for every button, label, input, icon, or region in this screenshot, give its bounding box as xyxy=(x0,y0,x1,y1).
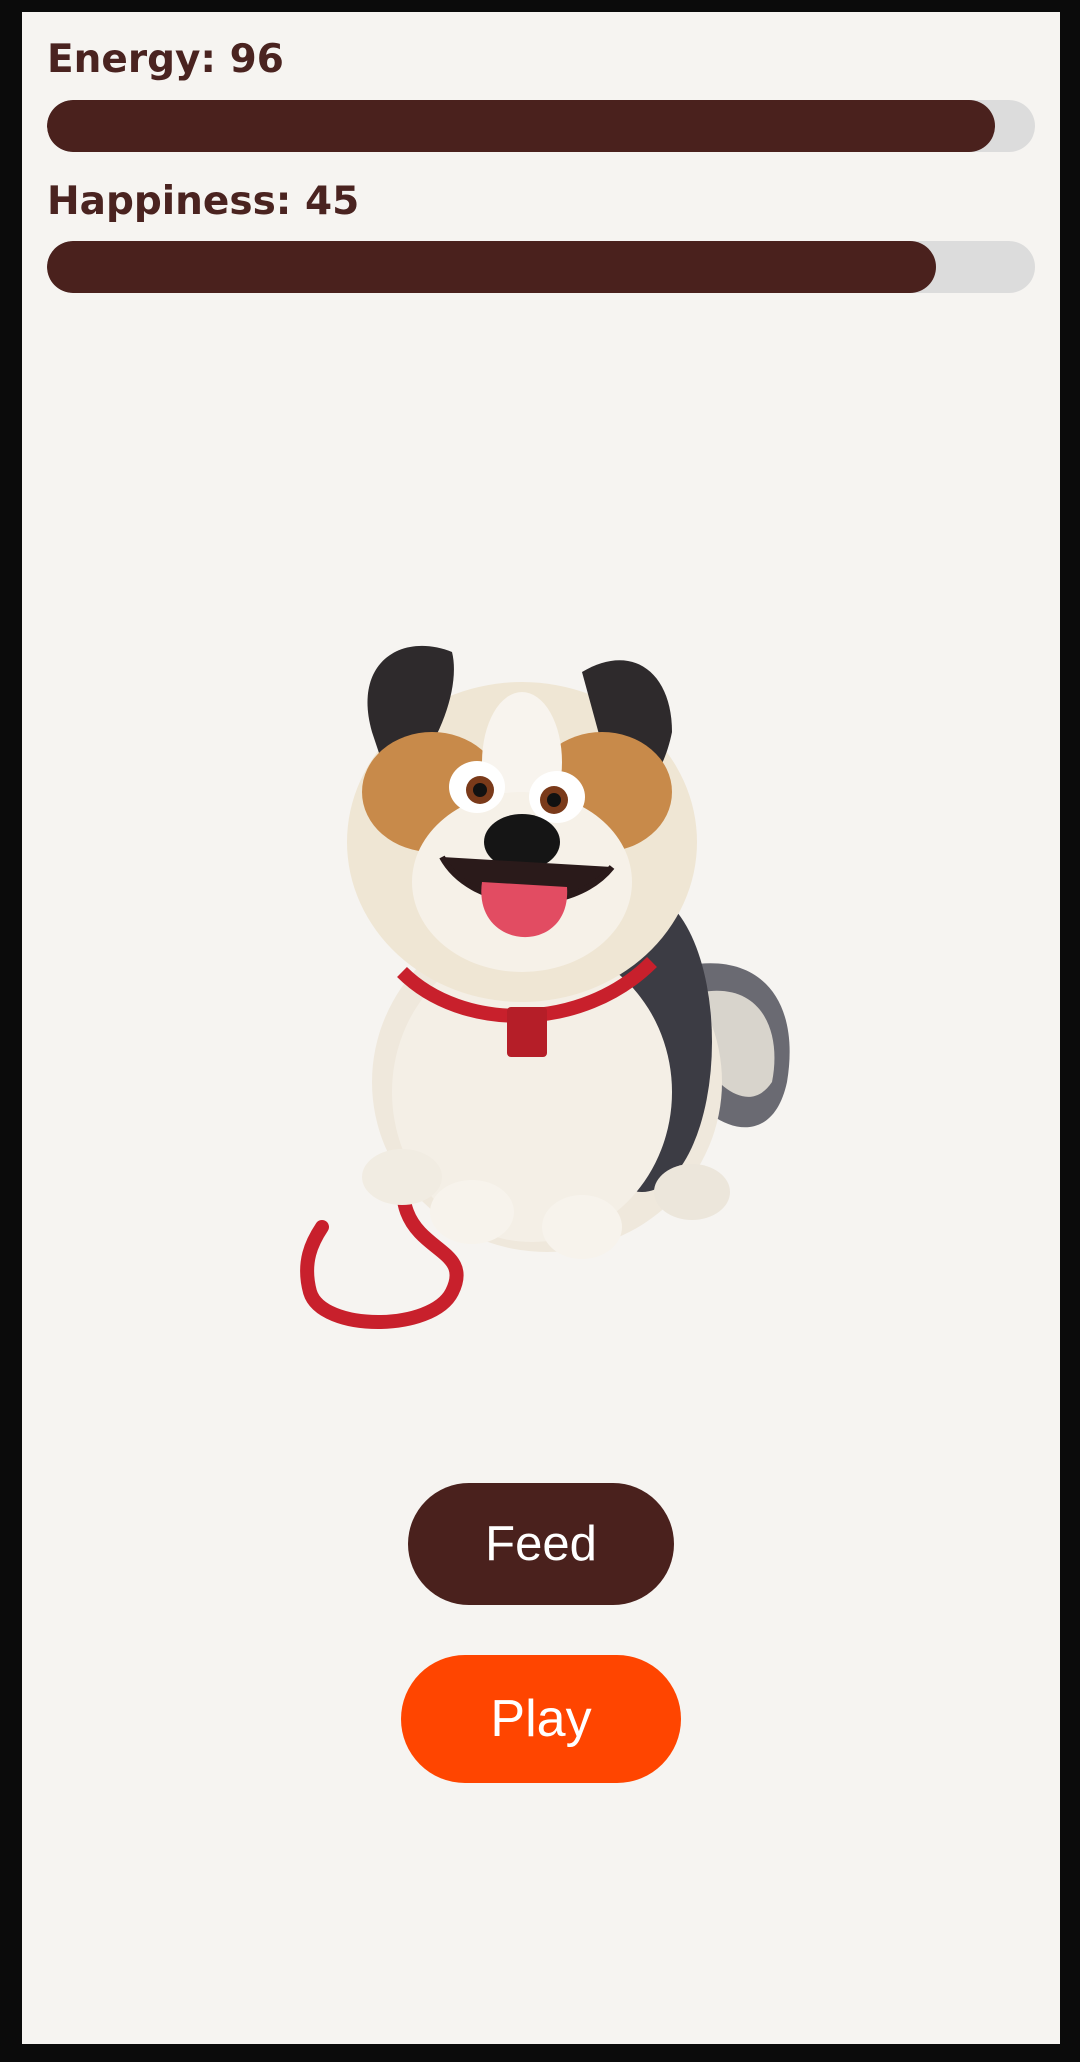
energy-bar-fill xyxy=(47,100,996,152)
cartoon-dog-icon xyxy=(300,645,790,1329)
dog-image xyxy=(282,612,822,1332)
energy-bar xyxy=(47,100,1035,152)
play-button[interactable]: Play xyxy=(401,1655,681,1783)
feed-button[interactable]: Feed xyxy=(408,1483,674,1605)
pet-screen: Energy: 96 Happiness: 45 Feed Play xyxy=(22,12,1060,2044)
happiness-bar-fill xyxy=(47,241,937,293)
happiness-bar xyxy=(47,241,1035,293)
energy-label: Energy: 96 xyxy=(47,37,284,82)
happiness-label: Happiness: 45 xyxy=(47,179,360,224)
